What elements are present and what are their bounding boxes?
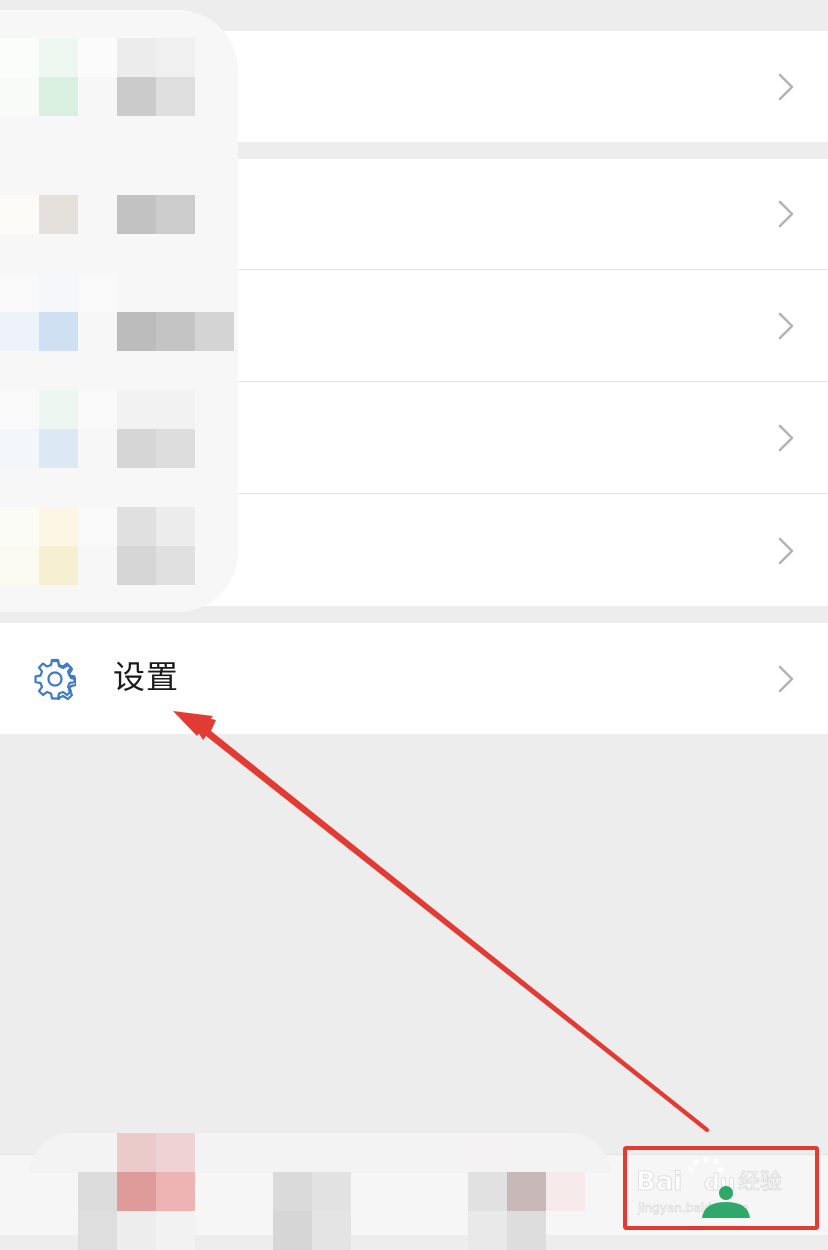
tab-discover[interactable] (273, 1133, 351, 1250)
chevron-right-icon (778, 537, 794, 564)
pixelated-icons-mosaic (0, 390, 234, 468)
chevron-right-icon (778, 424, 794, 452)
chevron-right-icon (778, 312, 794, 340)
tab-me[interactable] (468, 1133, 546, 1250)
annotation-highlight-box (623, 1146, 819, 1230)
pixelated-icons-mosaic (0, 273, 234, 351)
chevron-right-icon (778, 73, 794, 100)
settings-label: 设置 (113, 658, 180, 696)
settings-group: 设置 (0, 623, 828, 734)
chevron-right-icon (778, 665, 794, 692)
pixelated-icons-mosaic (0, 38, 234, 116)
pixelated-icons-mosaic (0, 195, 234, 234)
tab-contacts[interactable] (117, 1133, 195, 1250)
pixelated-badge (546, 1172, 585, 1211)
settings-item[interactable]: 设置 (0, 623, 828, 734)
gear-icon (34, 658, 76, 700)
chevron-right-icon (778, 200, 794, 228)
pixelated-icons-mosaic (0, 507, 234, 585)
